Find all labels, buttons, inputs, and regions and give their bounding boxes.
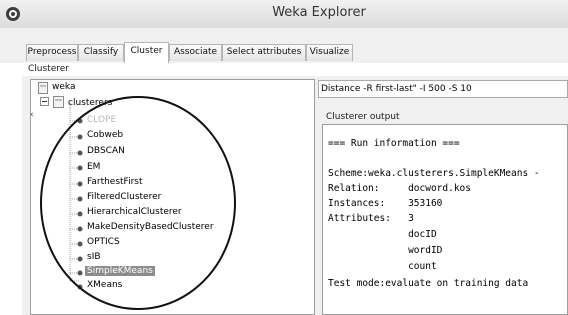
- tab-bar: Preprocess Classify Cluster Associate Se…: [0, 28, 568, 63]
- tree-item-xmeans[interactable]: XMeans: [87, 280, 122, 290]
- tree-item-em[interactable]: EM: [87, 162, 100, 172]
- tree-node-clusterers[interactable]: clusterers: [68, 98, 112, 108]
- tree-item-sib[interactable]: sIB: [87, 252, 101, 262]
- tab-preprocess[interactable]: Preprocess: [26, 44, 78, 61]
- tab-select-attributes[interactable]: Select attributes: [222, 44, 306, 61]
- title-bar: Weka Explorer: [0, 0, 568, 29]
- tree-item-optics[interactable]: OPTICS: [87, 237, 120, 247]
- tab-associate[interactable]: Associate: [169, 44, 222, 61]
- tab-visualize[interactable]: Visualize: [306, 44, 353, 61]
- output-line: count: [328, 261, 437, 272]
- tree-item-simplekmeans[interactable]: SimpleKMeans: [85, 266, 155, 276]
- tree-item-filteredclusterer[interactable]: FilteredClusterer: [87, 192, 161, 202]
- output-line: Scheme:weka.clusterers.SimpleKMeans -: [328, 168, 540, 179]
- output-line: docID: [328, 229, 437, 240]
- output-line: Relation: docword.kos: [328, 183, 471, 194]
- tab-cluster[interactable]: Cluster: [124, 42, 169, 63]
- tab-classify[interactable]: Classify: [78, 44, 124, 61]
- clusterer-output-label: Clusterer output: [326, 112, 400, 122]
- tree-item-clope[interactable]: CLOPE: [87, 115, 116, 125]
- clusterer-command-field[interactable]: Distance -R first-last" -I 500 -S 10: [318, 80, 568, 98]
- output-line: Instances: 353160: [328, 198, 443, 209]
- expand-collapse-icon[interactable]: [40, 97, 49, 106]
- tree-item-farthestfirst[interactable]: FarthestFirst: [87, 177, 143, 187]
- tree-node-weka[interactable]: weka: [52, 82, 75, 92]
- window-title: Weka Explorer: [272, 5, 366, 20]
- folder-icon: [53, 96, 64, 108]
- tree-item-dbscan[interactable]: DBSCAN: [87, 146, 125, 156]
- tree-item-hierarchicalclusterer[interactable]: HierarchicalClusterer: [87, 207, 182, 217]
- output-line: === Run information ===: [328, 138, 460, 149]
- clusterer-group-label: Clusterer: [28, 64, 69, 74]
- output-line: Test mode:evaluate on training data: [328, 278, 529, 289]
- output-line: wordID: [328, 245, 443, 256]
- folder-icon: [38, 82, 48, 94]
- output-line: Attributes: 3: [328, 213, 414, 224]
- tree-item-cobweb[interactable]: Cobweb: [87, 130, 123, 140]
- tree-item-makedensitybasedclusterer[interactable]: MakeDensityBasedClusterer: [87, 222, 214, 232]
